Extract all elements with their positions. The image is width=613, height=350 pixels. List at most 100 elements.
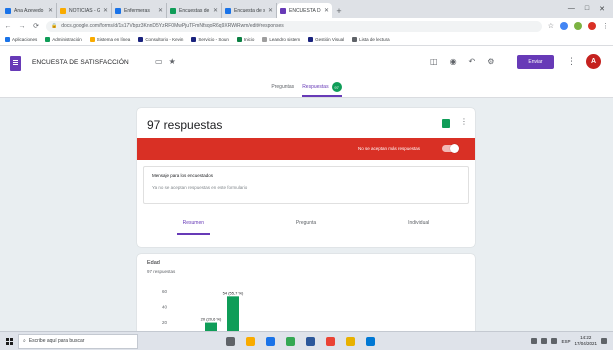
edge-icon[interactable]	[266, 336, 275, 346]
network-icon[interactable]	[531, 338, 538, 344]
bookmark-item[interactable]: Lista de lectura	[352, 37, 390, 42]
taskbar-search[interactable]: ⌕ Escribe aquí para buscar	[18, 333, 138, 349]
y-tick-label: 20	[162, 320, 168, 325]
browser-tab[interactable]: Ana Azevedo ✕	[2, 3, 57, 18]
title-icons: ▭ ★	[155, 57, 176, 66]
close-tab-icon[interactable]: ✕	[158, 7, 163, 14]
tab-question[interactable]: Pregunta	[250, 220, 363, 235]
tab-questions[interactable]: Preguntas	[271, 82, 294, 97]
apps-icon	[5, 37, 10, 42]
browser-tab[interactable]: Encuestas de satisfacción✕	[167, 3, 222, 18]
responses-more-icon[interactable]: ⋮	[460, 117, 468, 126]
bar-data-label: 20 (20,6 %)	[201, 317, 222, 322]
task-view-icon[interactable]	[226, 336, 235, 346]
bookmark-item[interactable]: Inicio	[236, 37, 254, 42]
maximize-icon[interactable]: □	[585, 5, 589, 13]
bookmark-label: Sistema en línea	[96, 37, 131, 42]
bookmark-label: Servicio - Soun	[198, 37, 229, 42]
move-to-folder-icon[interactable]: ▭	[155, 57, 163, 66]
outlook-icon[interactable]	[366, 336, 375, 346]
customize-theme-icon[interactable]: ◫	[430, 57, 438, 66]
bookmark-favicon	[138, 37, 144, 42]
reload-icon[interactable]: ⟳	[32, 22, 40, 30]
extension-icon[interactable]	[574, 22, 582, 30]
create-spreadsheet-icon[interactable]	[442, 119, 450, 128]
bookmark-favicon	[236, 37, 242, 42]
taskbar-search-placeholder: Escribe aquí para buscar	[28, 338, 85, 344]
bookmark-favicon	[308, 37, 314, 42]
browser-toolbar: ← → ⟳ 🔒 docs.google.com/forms/d/1s17Vbpz…	[0, 18, 613, 34]
notifications-icon[interactable]	[601, 338, 607, 344]
accepting-responses-label: No se aceptan más respuestas	[358, 146, 421, 151]
close-tab-icon[interactable]: ✕	[324, 7, 329, 14]
profile-icon[interactable]	[588, 22, 596, 30]
tab-favicon	[225, 7, 231, 14]
avatar[interactable]: A	[586, 54, 601, 69]
responses-card: 97 respuestas ⋮ No se aceptan más respue…	[137, 108, 475, 247]
taskbar-apps	[226, 336, 375, 346]
bookmark-star-icon[interactable]: ☆	[548, 22, 554, 30]
forward-icon[interactable]: →	[18, 23, 26, 30]
undo-icon[interactable]: ↶	[469, 57, 476, 66]
close-tab-icon[interactable]: ✕	[213, 7, 218, 14]
browser-menu-icon[interactable]: ⋮	[602, 22, 609, 30]
form-title[interactable]: ENCUESTA DE SATISFACCIÓN	[32, 59, 129, 66]
folder-icon[interactable]	[346, 336, 355, 346]
bookmark-label: Lista de lectura	[359, 37, 390, 42]
clock[interactable]: 14:22 17/04/2021	[574, 335, 597, 347]
volume-icon[interactable]	[541, 338, 548, 344]
tab-responses[interactable]: Respuestas 97	[302, 82, 343, 97]
tab-label: ENCUESTA DE SATIS...	[289, 7, 321, 14]
settings-icon[interactable]: ⚙	[487, 57, 494, 66]
chrome-app-icon[interactable]	[326, 336, 335, 346]
bookmark-item[interactable]: Administración	[45, 37, 82, 42]
browser-tab[interactable]: NOTICIAS - GUÍA de la✕	[57, 3, 112, 18]
tab-label: Encuesta de sat...	[234, 7, 265, 14]
minimize-icon[interactable]: —	[568, 5, 575, 13]
bookmark-item[interactable]: Consultorio - Kevin	[138, 37, 183, 42]
bookmark-favicon	[262, 37, 268, 42]
word-icon[interactable]	[306, 336, 315, 346]
file-explorer-icon[interactable]	[246, 336, 255, 346]
star-icon[interactable]: ★	[169, 57, 176, 66]
close-window-icon[interactable]: ✕	[599, 5, 605, 13]
google-forms-logo-icon[interactable]	[10, 56, 21, 71]
tab-summary[interactable]: Resumen	[137, 220, 250, 235]
bookmark-item[interactable]: Gestión Visual	[308, 37, 344, 42]
new-tab-button[interactable]: +	[332, 6, 346, 16]
accepting-responses-toggle[interactable]	[442, 144, 459, 153]
send-button[interactable]: Enviar	[517, 55, 554, 69]
back-icon[interactable]: ←	[4, 23, 12, 30]
bookmark-item[interactable]: Sistema en línea	[89, 37, 131, 42]
tab-favicon	[280, 7, 286, 14]
bookmark-item[interactable]: Leandro sistem	[262, 37, 300, 42]
browser-tab[interactable]: Encuesta de sat...✕	[222, 3, 277, 18]
start-button[interactable]	[0, 337, 18, 345]
summary-tabs: Resumen Pregunta Individual	[137, 220, 475, 235]
close-tab-icon[interactable]: ✕	[268, 7, 273, 14]
language-indicator[interactable]: ESP	[561, 339, 570, 344]
toolbar-right: ☆ ⋮	[548, 22, 609, 30]
chrome-icon[interactable]	[286, 336, 295, 346]
browser-tab[interactable]: Enfermeras ✕	[112, 3, 167, 18]
bookmark-item[interactable]: Aplicaciones	[5, 37, 37, 42]
preview-icon[interactable]: ◉	[450, 57, 457, 66]
bookmark-label: Aplicaciones	[12, 37, 38, 42]
tab-favicon	[60, 7, 66, 14]
url-text: docs.google.com/forms/d/1s17Vbpz3KnnD5Yz…	[61, 23, 284, 29]
more-options-icon[interactable]: ⋮	[567, 56, 576, 67]
bookmark-item[interactable]: Servicio - Soun	[191, 37, 229, 42]
close-tab-icon[interactable]: ✕	[103, 7, 108, 14]
browser-tab-active[interactable]: ENCUESTA DE SATIS...✕	[277, 3, 332, 18]
close-tab-icon[interactable]: ✕	[48, 7, 53, 14]
search-icon: ⌕	[23, 338, 26, 344]
closed-message-box[interactable]: Mensaje para los encuestados Ya no se ac…	[143, 166, 469, 204]
battery-icon[interactable]	[551, 338, 558, 344]
extension-icon[interactable]	[560, 22, 568, 30]
message-input[interactable]: Ya no se aceptan respuestas en este form…	[152, 185, 460, 190]
tab-label: Enfermeras	[124, 7, 150, 14]
tab-label: NOTICIAS - GUÍA de la	[69, 7, 100, 14]
tab-individual[interactable]: Individual	[362, 220, 475, 235]
bookmarks-bar: Aplicaciones Administración Sistema en l…	[0, 34, 613, 46]
address-bar[interactable]: 🔒 docs.google.com/forms/d/1s17Vbpz3KnnD5…	[46, 20, 542, 32]
